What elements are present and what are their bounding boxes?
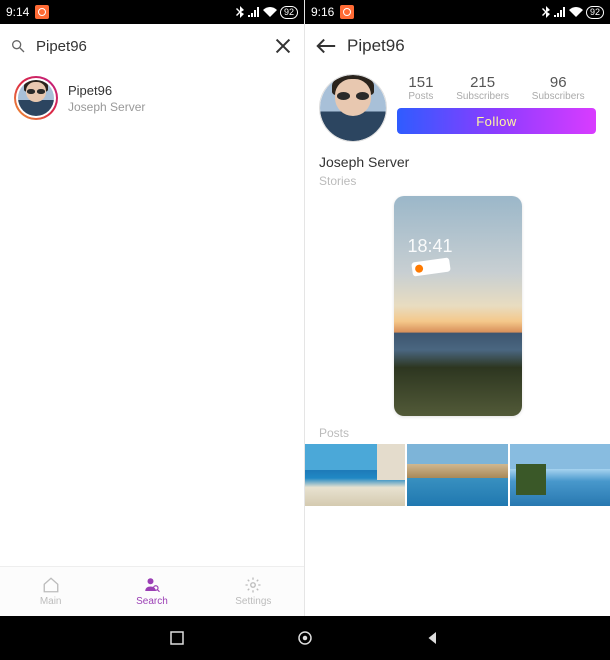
stories-heading: Stories [305,170,610,192]
wifi-icon [263,7,277,17]
recents-icon[interactable] [168,629,186,647]
nav-main-label: Main [40,596,62,607]
follow-button[interactable]: Follow [397,108,596,134]
post-thumbnail[interactable] [510,444,610,506]
avatar-story-ring [14,76,58,120]
stat-subscriptions[interactable]: 96 Subscribers [532,74,585,102]
avatar [18,80,54,116]
stat-subscriptions-count: 96 [532,74,585,91]
bluetooth-icon [541,6,551,18]
story-thumbnail[interactable]: 18:41 [394,196,522,416]
stat-subscribers-count: 215 [456,74,509,91]
home-system-icon[interactable] [296,629,314,647]
search-bar [0,24,304,68]
stat-posts[interactable]: 151 Posts [408,74,433,102]
post-thumbnail[interactable] [305,444,405,506]
android-nav-bar [0,616,610,660]
status-app-icon [35,5,49,19]
search-result-text: Pipet96 Joseph Server [68,83,145,114]
posts-heading: Posts [305,424,610,444]
person-search-icon [143,576,161,594]
profile-info-row: 151 Posts 215 Subscribers 96 Subscribers… [305,68,610,148]
profile-header: Pipet96 [305,24,610,68]
stat-subscribers-label: Subscribers [456,91,509,102]
bottom-nav: Main Search Settings [0,566,304,616]
nav-main[interactable]: Main [0,567,101,616]
post-thumbnail[interactable] [407,444,507,506]
status-bar-right: 9:16 92 [305,0,610,24]
stat-subscribers[interactable]: 215 Subscribers [456,74,509,102]
search-icon [10,38,26,54]
search-screen: 9:14 92 Pi [0,0,305,616]
nav-settings[interactable]: Settings [203,567,304,616]
stat-posts-label: Posts [408,91,433,102]
search-result-row[interactable]: Pipet96 Joseph Server [0,68,304,128]
nav-search-label: Search [136,596,168,607]
battery-icon: 92 [280,6,298,19]
signal-icon [554,7,566,17]
status-time: 9:14 [6,5,29,19]
close-icon[interactable] [272,35,294,57]
posts-grid [305,444,610,506]
bluetooth-icon [235,6,245,18]
stat-posts-count: 151 [408,74,433,91]
status-bar-left: 9:14 92 [0,0,304,24]
profile-screen: 9:16 92 Pipet96 151 Posts [305,0,610,616]
result-username: Pipet96 [68,83,145,98]
search-input[interactable] [36,38,262,55]
back-system-icon[interactable] [424,629,442,647]
result-fullname: Joseph Server [68,100,145,114]
profile-display-name: Joseph Server [305,148,610,170]
gear-icon [244,576,262,594]
nav-search[interactable]: Search [101,567,202,616]
status-time: 9:16 [311,5,334,19]
home-icon [42,576,60,594]
nav-settings-label: Settings [235,596,271,607]
battery-icon: 92 [586,6,604,19]
back-icon[interactable] [315,35,337,57]
status-app-icon [340,5,354,19]
story-timestamp: 18:41 [408,236,453,257]
profile-stats: 151 Posts 215 Subscribers 96 Subscribers [397,74,596,102]
stat-subscriptions-label: Subscribers [532,91,585,102]
signal-icon [248,7,260,17]
wifi-icon [569,7,583,17]
profile-avatar[interactable] [319,74,387,142]
profile-title: Pipet96 [347,36,405,56]
